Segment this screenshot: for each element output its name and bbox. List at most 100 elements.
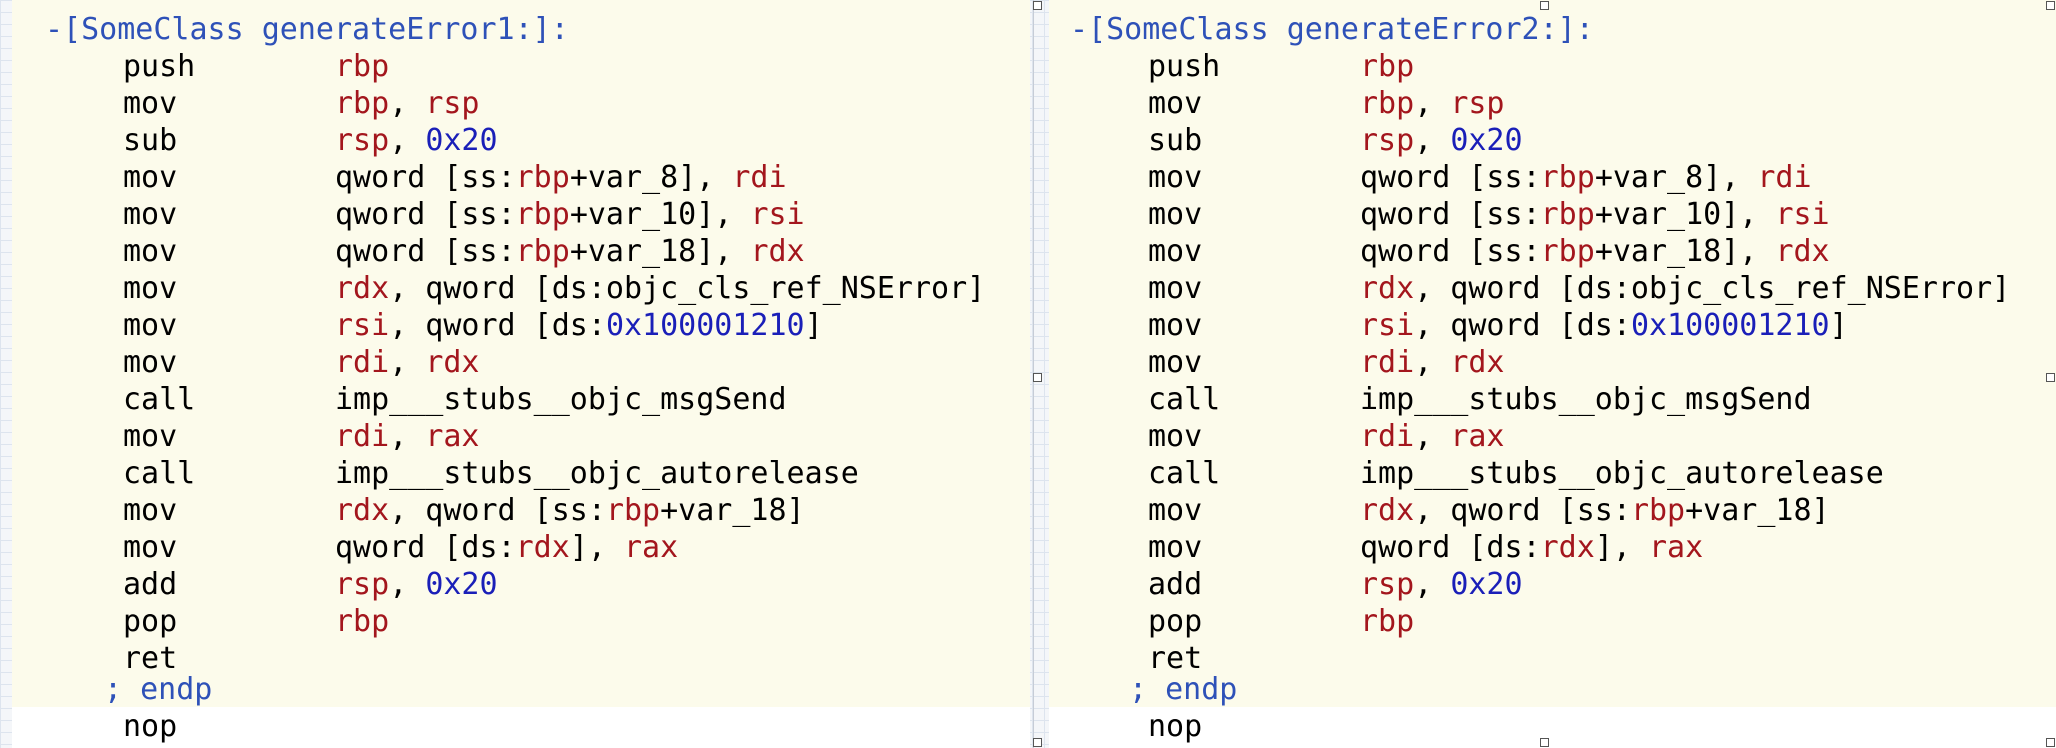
- operand-register[interactable]: rdx: [1450, 345, 1504, 380]
- operand-register[interactable]: rdx: [335, 271, 389, 306]
- selection-handle[interactable]: [1540, 738, 1549, 747]
- operand-register[interactable]: rsp: [1450, 86, 1504, 121]
- selection-handle[interactable]: [2046, 373, 2055, 382]
- instruction-line[interactable]: mov rbp, rsp: [0, 85, 1030, 122]
- operand-register[interactable]: rsi: [1775, 197, 1829, 232]
- procedure-label[interactable]: -[SomeClass generateError1:]:: [45, 11, 569, 48]
- instruction-line[interactable]: mov rsi, qword [ds:0x100001210]: [0, 307, 1030, 344]
- instruction-operands: qword [ss:rbp+var_8], rdi: [1360, 159, 1812, 196]
- operand-register[interactable]: rdi: [335, 419, 389, 454]
- operand-register[interactable]: rbp: [516, 160, 570, 195]
- instruction-mnemonic: mov: [1148, 530, 1203, 565]
- instruction-line[interactable]: mov rsi, qword [ds:0x100001210]: [1037, 307, 2056, 344]
- operand-register[interactable]: rdi: [732, 160, 786, 195]
- operand-register[interactable]: rdx: [335, 493, 389, 528]
- operand-number[interactable]: 0x20: [425, 567, 497, 602]
- operand-number[interactable]: 0x20: [1450, 567, 1522, 602]
- instruction-line[interactable]: add rsp, 0x20: [0, 566, 1030, 603]
- instruction-line[interactable]: mov qword [ss:rbp+var_10], rsi: [1037, 196, 2056, 233]
- operand-register[interactable]: rsi: [1360, 308, 1414, 343]
- operand-register[interactable]: rsp: [335, 123, 389, 158]
- instruction-operands: rdx, qword [ds:objc_cls_ref_NSError]: [1360, 270, 2010, 307]
- instruction-line[interactable]: call imp___stubs__objc_msgSend: [0, 381, 1030, 418]
- operand-register[interactable]: rdx: [1360, 493, 1414, 528]
- instruction-line[interactable]: mov qword [ss:rbp+var_10], rsi: [0, 196, 1030, 233]
- instruction-line[interactable]: mov rdx, qword [ss:rbp+var_18]: [0, 492, 1030, 529]
- selection-handle[interactable]: [1540, 1, 1549, 10]
- operand-register[interactable]: rdi: [1360, 345, 1414, 380]
- operand-register[interactable]: rdx: [1775, 234, 1829, 269]
- instruction-line[interactable]: sub rsp, 0x20: [1037, 122, 2056, 159]
- instruction-line[interactable]: mov qword [ss:rbp+var_8], rdi: [0, 159, 1030, 196]
- operand-register[interactable]: rbp: [516, 197, 570, 232]
- operand-register[interactable]: rdx: [1360, 271, 1414, 306]
- selection-handle[interactable]: [1033, 1, 1042, 10]
- operand-number[interactable]: 0x100001210: [606, 308, 805, 343]
- operand-register[interactable]: rbp: [335, 49, 389, 84]
- operand-register[interactable]: rbp: [1360, 604, 1414, 639]
- instruction-line[interactable]: pop rbp: [0, 603, 1030, 640]
- operand-number[interactable]: 0x100001210: [1631, 308, 1830, 343]
- operand-number[interactable]: 0x20: [425, 123, 497, 158]
- instruction-line[interactable]: add rsp, 0x20: [1037, 566, 2056, 603]
- instruction-line[interactable]: pop rbp: [1037, 603, 2056, 640]
- instruction-line[interactable]: mov rdx, qword [ds:objc_cls_ref_NSError]: [1037, 270, 2056, 307]
- operand-register[interactable]: rbp: [335, 86, 389, 121]
- operand-register[interactable]: rax: [425, 419, 479, 454]
- operand-number[interactable]: 0x20: [1450, 123, 1522, 158]
- instruction-line[interactable]: mov rdi, rax: [0, 418, 1030, 455]
- operand-register[interactable]: rsp: [1360, 567, 1414, 602]
- instruction-operands: rbp: [335, 603, 389, 640]
- operand-register[interactable]: rsp: [425, 86, 479, 121]
- operand-register[interactable]: rbp: [1541, 234, 1595, 269]
- selection-handle[interactable]: [2046, 738, 2055, 747]
- instruction-line[interactable]: push rbp: [1037, 48, 2056, 85]
- instruction-line[interactable]: mov rdi, rdx: [1037, 344, 2056, 381]
- instruction-line-nop[interactable]: nop: [0, 708, 1030, 745]
- instruction-line[interactable]: mov qword [ds:rdx], rax: [1037, 529, 2056, 566]
- instruction-line[interactable]: mov qword [ss:rbp+var_8], rdi: [1037, 159, 2056, 196]
- operand-register[interactable]: rax: [624, 530, 678, 565]
- operand-register[interactable]: rax: [1450, 419, 1504, 454]
- operand-register[interactable]: rdx: [425, 345, 479, 380]
- operand-register[interactable]: rdx: [516, 530, 570, 565]
- instruction-line[interactable]: mov qword [ds:rdx], rax: [0, 529, 1030, 566]
- operand-register[interactable]: rdi: [1360, 419, 1414, 454]
- selection-handle[interactable]: [2046, 1, 2055, 10]
- operand-register[interactable]: rsp: [1360, 123, 1414, 158]
- instruction-line[interactable]: call imp___stubs__objc_msgSend: [1037, 381, 2056, 418]
- instruction-line[interactable]: mov rbp, rsp: [1037, 85, 2056, 122]
- instruction-line[interactable]: mov rdx, qword [ss:rbp+var_18]: [1037, 492, 2056, 529]
- operand-register[interactable]: rbp: [516, 234, 570, 269]
- operand-register[interactable]: rdx: [1541, 530, 1595, 565]
- instruction-line[interactable]: mov qword [ss:rbp+var_18], rdx: [1037, 233, 2056, 270]
- operand-register[interactable]: rsi: [335, 308, 389, 343]
- operand-register[interactable]: rbp: [1541, 197, 1595, 232]
- instruction-line[interactable]: call imp___stubs__objc_autorelease: [0, 455, 1030, 492]
- operand-register[interactable]: rbp: [335, 604, 389, 639]
- instruction-line[interactable]: mov rdi, rdx: [0, 344, 1030, 381]
- procedure-label[interactable]: -[SomeClass generateError2:]:: [1070, 11, 1594, 48]
- instruction-line[interactable]: push rbp: [0, 48, 1030, 85]
- instruction-line[interactable]: mov rdi, rax: [1037, 418, 2056, 455]
- operand-text: qword [ss:: [1360, 197, 1541, 232]
- operand-register[interactable]: rdi: [335, 345, 389, 380]
- operand-register[interactable]: rbp: [606, 493, 660, 528]
- operand-register[interactable]: rdi: [1757, 160, 1811, 195]
- operand-text: ,: [389, 567, 426, 602]
- operand-register[interactable]: rsp: [335, 567, 389, 602]
- operand-register[interactable]: rdx: [750, 234, 804, 269]
- operand-register[interactable]: rbp: [1360, 86, 1414, 121]
- operand-register[interactable]: rbp: [1360, 49, 1414, 84]
- selection-handle[interactable]: [1033, 373, 1042, 382]
- operand-register[interactable]: rbp: [1631, 493, 1685, 528]
- instruction-mnemonic: mov: [1148, 234, 1203, 269]
- selection-handle[interactable]: [1033, 738, 1042, 747]
- operand-register[interactable]: rsi: [750, 197, 804, 232]
- operand-register[interactable]: rbp: [1541, 160, 1595, 195]
- instruction-line[interactable]: sub rsp, 0x20: [0, 122, 1030, 159]
- instruction-line[interactable]: mov qword [ss:rbp+var_18], rdx: [0, 233, 1030, 270]
- operand-register[interactable]: rax: [1649, 530, 1703, 565]
- instruction-line[interactable]: mov rdx, qword [ds:objc_cls_ref_NSError]: [0, 270, 1030, 307]
- instruction-line[interactable]: call imp___stubs__objc_autorelease: [1037, 455, 2056, 492]
